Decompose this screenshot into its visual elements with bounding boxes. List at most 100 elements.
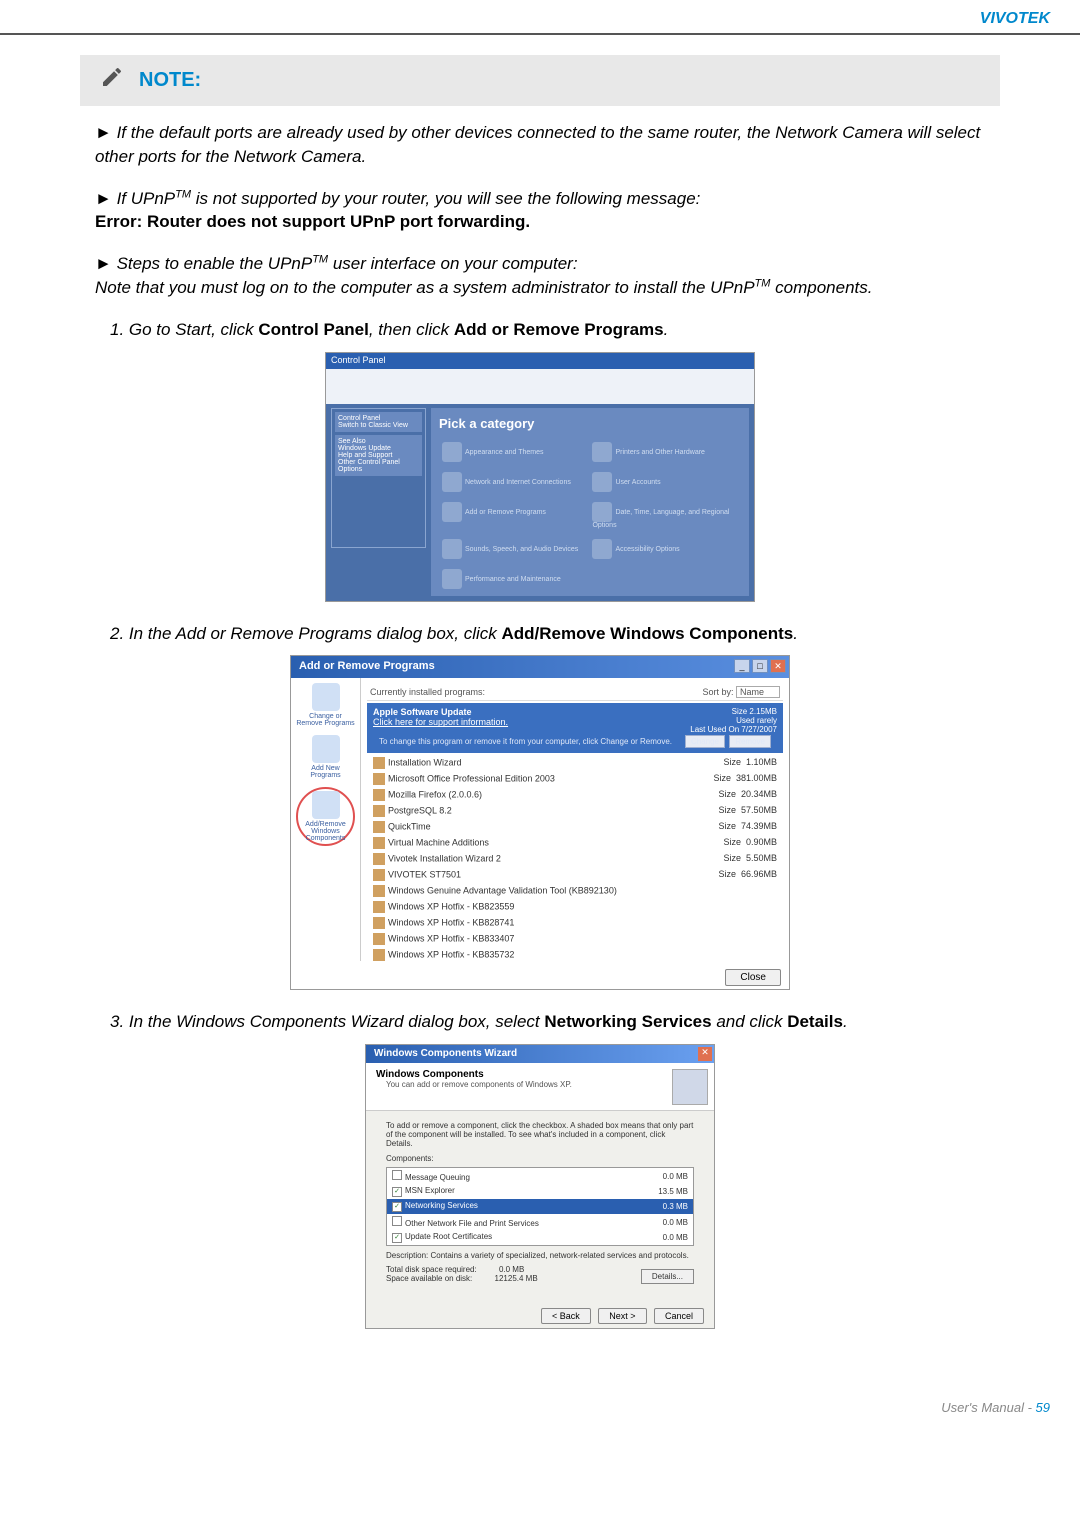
footer-page: 59 xyxy=(1036,1400,1050,1415)
step-2-c: . xyxy=(793,624,798,643)
change-button: Change xyxy=(685,735,725,748)
wiz-header-sub: You can add or remove components of Wind… xyxy=(376,1080,704,1089)
note-header-box: NOTE: xyxy=(80,55,1000,106)
list-item: MSN Explorer13.5 MB xyxy=(387,1184,693,1199)
wiz-component-list: Message Queuing0.0 MBMSN Explorer13.5 MB… xyxy=(386,1167,694,1246)
list-item: Mozilla Firefox (2.0.0.6)Size 20.34MB xyxy=(367,787,783,803)
step-1-d: Add or Remove Programs xyxy=(454,320,664,339)
user-icon xyxy=(592,472,612,492)
list-item: PostgreSQL 8.2Size 57.50MB xyxy=(367,803,783,819)
list-item: Other Network File and Print Services0.0… xyxy=(387,1214,693,1230)
step-3-c: and click xyxy=(712,1012,788,1031)
brand-label: VIVOTEK xyxy=(980,10,1050,27)
cp-title-bar: Control Panel xyxy=(326,353,754,369)
step-2-a: 2. In the Add or Remove Programs dialog … xyxy=(110,624,502,643)
theme-icon xyxy=(442,442,462,462)
tm-sup: TM xyxy=(175,188,191,200)
arp-side-add: Add New Programs xyxy=(296,735,355,779)
cp-cat-item: Printers and Other Hardware xyxy=(592,442,732,462)
step-1-b: Control Panel xyxy=(258,320,369,339)
accessibility-icon xyxy=(592,539,612,559)
control-panel-screenshot: Control Panel Control Panel Switch to Cl… xyxy=(325,352,755,602)
cp-side-item: See Also Windows Update Help and Support… xyxy=(335,435,422,476)
windows-components-wizard-screenshot: Windows Components Wizard ✕ Windows Comp… xyxy=(365,1044,715,1329)
cp-cat-item: Appearance and Themes xyxy=(442,442,582,462)
maximize-icon: □ xyxy=(752,659,768,673)
wiz-body: To add or remove a component, click the … xyxy=(366,1111,714,1298)
step-3-e: . xyxy=(843,1012,848,1031)
page-content: NOTE: ► If the default ports are already… xyxy=(0,35,1080,1389)
list-item: Windows XP Hotfix - KB828741 xyxy=(367,915,783,931)
list-item: Installation WizardSize 1.10MB xyxy=(367,755,783,771)
step-2: 2. In the Add or Remove Programs dialog … xyxy=(80,622,1000,646)
wiz-title-bar: Windows Components Wizard xyxy=(366,1045,714,1063)
change-remove-icon xyxy=(312,683,340,711)
list-item: Vivotek Installation Wizard 2Size 5.50MB xyxy=(367,851,783,867)
list-item: Microsoft Office Professional Edition 20… xyxy=(367,771,783,787)
pencil-icon xyxy=(100,65,124,96)
cp-cat-item: Sounds, Speech, and Audio Devices xyxy=(442,539,582,559)
minimize-icon: _ xyxy=(734,659,750,673)
wiz-comp-label: Components: xyxy=(386,1154,694,1163)
next-button: Next > xyxy=(598,1308,646,1324)
list-item: Message Queuing0.0 MB xyxy=(387,1168,693,1184)
step-1-e: . xyxy=(664,320,669,339)
arp-side-change: Change or Remove Programs xyxy=(296,683,355,727)
cp-cat-item: User Accounts xyxy=(592,472,732,492)
tm-sup: TM xyxy=(312,254,328,266)
add-remove-icon xyxy=(442,502,462,522)
wiz-desc: To add or remove a component, click the … xyxy=(386,1121,694,1148)
cp-cat-item: Network and Internet Connections xyxy=(442,472,582,492)
arrow-icon: ► xyxy=(95,123,112,142)
remove-button: Remove xyxy=(729,735,771,748)
footer-text: User's Manual - xyxy=(941,1400,1035,1415)
note-item-2: ► If UPnPTM is not supported by your rou… xyxy=(80,187,1000,235)
note-3-c: Note that you must log on to the compute… xyxy=(95,278,755,297)
cp-side-item: Control Panel Switch to Classic View xyxy=(335,412,422,432)
arp-footer: Close xyxy=(725,967,781,985)
arp-sidebar: Change or Remove Programs Add New Progra… xyxy=(291,678,361,961)
wiz-header-title: Windows Components xyxy=(376,1069,704,1080)
step-1-a: 1. Go to Start, click xyxy=(110,320,258,339)
perf-icon xyxy=(442,569,462,589)
wiz-desc2: Description: Contains a variety of speci… xyxy=(386,1251,694,1260)
arrow-icon: ► xyxy=(95,254,112,273)
note-3-a: Steps to enable the UPnP xyxy=(117,254,313,273)
arp-main: Currently installed programs: Sort by: N… xyxy=(361,678,789,961)
note-item-3: ► Steps to enable the UPnPTM user interf… xyxy=(80,252,1000,300)
wiz-footer: < Back Next > Cancel xyxy=(538,1306,704,1324)
note-3-b: user interface on your computer: xyxy=(328,254,577,273)
back-button: < Back xyxy=(541,1308,591,1324)
close-icon: ✕ xyxy=(698,1047,712,1061)
close-icon: ✕ xyxy=(770,659,786,673)
note-1-text: If the default ports are already used by… xyxy=(95,123,980,166)
note-2-error: Error: Router does not support UPnP port… xyxy=(95,212,530,231)
printer-icon xyxy=(592,442,612,462)
list-item: Update Root Certificates0.0 MB xyxy=(387,1230,693,1245)
cp-toolbar xyxy=(326,369,754,404)
step-3-d: Details xyxy=(787,1012,843,1031)
step-1: 1. Go to Start, click Control Panel, the… xyxy=(80,318,1000,342)
tm-sup: TM xyxy=(755,277,771,289)
add-remove-programs-screenshot: Add or Remove Programs _ □ ✕ Change or R… xyxy=(290,655,790,990)
sound-icon xyxy=(442,539,462,559)
network-icon xyxy=(442,472,462,492)
arp-header: Currently installed programs: Sort by: N… xyxy=(367,684,783,701)
cancel-button: Cancel xyxy=(654,1308,704,1324)
step-3: 3. In the Windows Components Wizard dial… xyxy=(80,1010,1000,1034)
cp-cat-item: Date, Time, Language, and Regional Optio… xyxy=(592,502,732,529)
cp-main: Pick a category Appearance and Themes Pr… xyxy=(431,408,749,596)
step-1-c: , then click xyxy=(369,320,454,339)
arp-detail: To change this program or remove it from… xyxy=(373,734,777,749)
page-header: VIVOTEK xyxy=(0,0,1080,35)
list-item: QuickTimeSize 74.39MB xyxy=(367,819,783,835)
cp-cat-item: Accessibility Options xyxy=(592,539,732,559)
note-2-a: If UPnP xyxy=(117,189,176,208)
arp-selected-row: Apple Software Update Click here for sup… xyxy=(367,703,783,753)
cp-sidebar: Control Panel Switch to Classic View See… xyxy=(331,408,426,548)
list-item: Windows XP Hotfix - KB823559 xyxy=(367,899,783,915)
add-programs-icon xyxy=(312,735,340,763)
list-item: Windows XP Hotfix - KB833407 xyxy=(367,931,783,947)
list-item: VIVOTEK ST7501Size 66.96MB xyxy=(367,867,783,883)
cp-pick: Pick a category xyxy=(439,416,741,431)
